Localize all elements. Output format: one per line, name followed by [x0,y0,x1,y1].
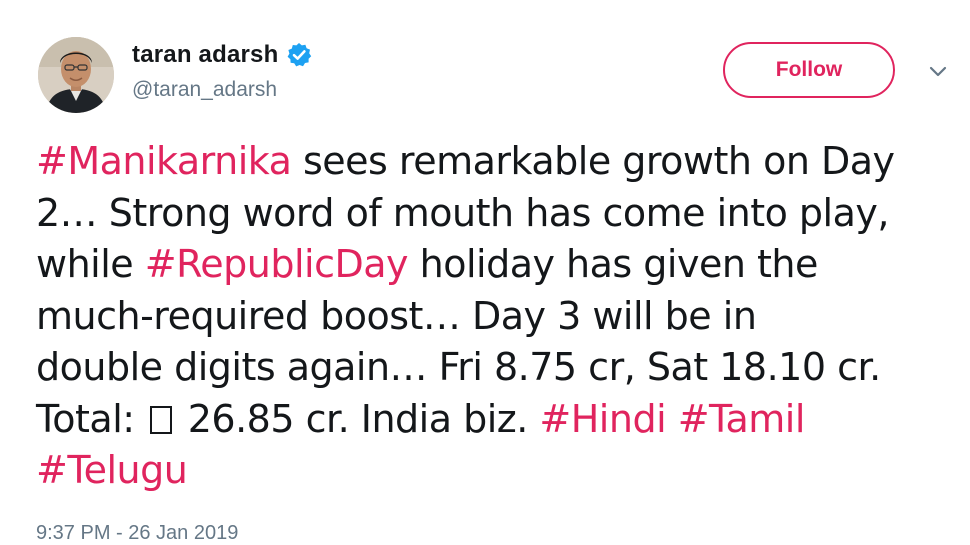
tweet-text-line: 2… Strong word of mouth has come into pl… [36,188,956,240]
tweet-text-segment: 26.85 cr. India biz. [176,396,540,441]
tweet-text-segment: double digits again… Fri 8.75 cr, Sat 18… [36,345,881,389]
tweet-text-segment: Total: [36,396,147,441]
tweet-text-line: Total: 26.85 cr. India biz. #Hindi #Tami… [36,394,956,446]
hashtag-link[interactable]: #Hindi [539,397,666,441]
tweet-text-segment: sees remarkable growth on Day [291,139,895,183]
follow-button[interactable]: Follow [723,42,895,98]
verified-badge-icon [286,42,312,68]
tweet-text-line: #Manikarnika sees remarkable growth on D… [36,136,956,188]
tweet-text-segment: while [36,242,145,286]
tweet-timestamp[interactable]: 9:37 PM - 26 Jan 2019 [36,522,238,545]
tweet-text-segment: 2… Strong word of mouth has come into pl… [36,190,889,235]
hashtag-link[interactable]: #Tamil [678,397,806,441]
tweet-text-segment [666,397,678,441]
tweet-text-segment: holiday has given the [408,242,819,286]
name-row: taran adarsh [132,40,312,70]
user-info: taran adarsh @taran_adarsh [132,40,312,102]
hashtag-link[interactable]: #RepublicDay [145,242,409,286]
tweet-text-line: double digits again… Fri 8.75 cr, Sat 18… [36,342,956,394]
hashtag-link[interactable]: #Manikarnika [36,139,292,183]
tweet-text-line: while #RepublicDay holiday has given the [36,239,956,291]
tweet-card: taran adarsh @taran_adarsh Follow #Manik… [0,0,970,545]
user-handle[interactable]: @taran_adarsh [132,78,312,102]
chevron-down-icon[interactable] [927,64,949,80]
tweet-text-segment: much-required boost… Day 3 will be in [36,293,757,338]
hashtag-link[interactable]: #Telugu [36,448,188,492]
tweet-text: #Manikarnika sees remarkable growth on D… [36,136,956,497]
display-name[interactable]: taran adarsh [132,41,278,69]
tweet-text-line: #Telugu [36,445,956,497]
missing-glyph-icon [150,405,173,434]
avatar[interactable] [38,37,114,113]
tweet-text-line: much-required boost… Day 3 will be in [36,291,956,343]
profile-photo-icon [38,37,114,113]
